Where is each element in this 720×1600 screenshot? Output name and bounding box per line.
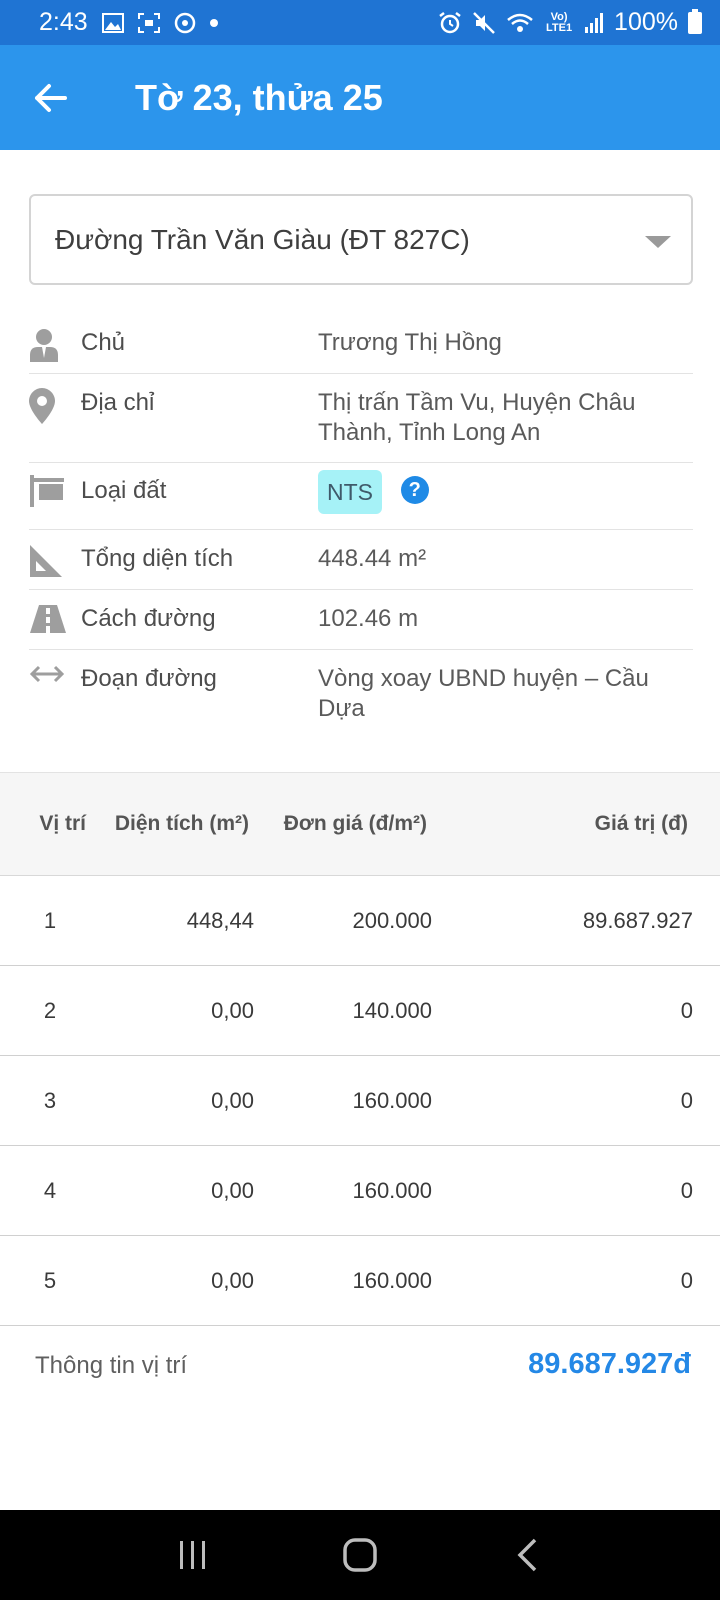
info-row-land-type: Loại đất NTS ? bbox=[29, 463, 693, 530]
cell-unit-price: 160.000 bbox=[352, 1177, 432, 1203]
info-row-owner: Chủ Trương Thị Hồng bbox=[29, 314, 693, 374]
alarm-icon bbox=[439, 11, 461, 33]
address-label: Địa chỉ bbox=[81, 389, 155, 416]
gallery-icon bbox=[101, 12, 124, 33]
area-value: 448.44 m² bbox=[318, 545, 427, 572]
flag-sign-icon bbox=[30, 475, 64, 507]
soccer-ball-icon bbox=[174, 12, 195, 33]
recent-apps-button[interactable] bbox=[163, 1525, 223, 1585]
cell-value: 0 bbox=[680, 997, 693, 1023]
home-button[interactable] bbox=[330, 1525, 390, 1585]
col-header-position: Vị trí bbox=[39, 812, 86, 835]
battery-percent: 100% bbox=[614, 8, 678, 36]
battery-icon bbox=[688, 8, 702, 34]
col-header-area: Diện tích (m²) bbox=[114, 812, 249, 835]
cell-position: 2 bbox=[43, 997, 57, 1023]
info-row-area: Tổng diện tích 448.44 m² bbox=[29, 530, 693, 590]
mute-icon bbox=[473, 11, 495, 34]
wifi-icon bbox=[507, 13, 533, 32]
col-header-unit-price: Đơn giá (đ/m²) bbox=[283, 812, 427, 835]
screenshot-icon bbox=[137, 12, 160, 33]
cell-value: 0 bbox=[680, 1087, 693, 1113]
cell-position: 3 bbox=[43, 1087, 57, 1113]
status-time: 2:43 bbox=[39, 8, 88, 36]
land-type-label: Loại đất bbox=[81, 477, 167, 504]
road-select[interactable]: Đường Trần Văn Giàu (ĐT 827C) bbox=[29, 194, 693, 285]
cell-area: 0,00 bbox=[211, 1177, 254, 1203]
cell-value: 0 bbox=[680, 1177, 693, 1203]
signal-icon bbox=[585, 12, 604, 33]
set-square-ruler-icon bbox=[30, 545, 62, 577]
cell-area: 0,00 bbox=[211, 997, 254, 1023]
person-icon bbox=[30, 329, 58, 362]
volte-label: Vo) LTE1 bbox=[546, 10, 573, 34]
location-pin-icon bbox=[29, 388, 55, 424]
road-icon bbox=[30, 605, 66, 633]
total-value: 89.687.927đ bbox=[528, 1348, 691, 1380]
chevron-left-icon bbox=[517, 1538, 536, 1572]
system-nav-bar bbox=[0, 1510, 720, 1600]
table-row: 3 0,00 160.000 0 bbox=[0, 1056, 720, 1146]
road-select-value: Đường Trần Văn Giàu (ĐT 827C) bbox=[55, 223, 470, 255]
cell-position: 5 bbox=[43, 1267, 57, 1293]
arrow-left-icon bbox=[35, 83, 67, 112]
notification-dot-icon bbox=[209, 18, 218, 27]
price-table: Vị trí Diện tích (m²) Đơn giá (đ/m²) Giá… bbox=[0, 772, 720, 1326]
owner-label: Chủ bbox=[81, 329, 126, 356]
cell-unit-price: 160.000 bbox=[352, 1087, 432, 1113]
segment-label: Đoạn đường bbox=[81, 665, 217, 692]
table-header: Vị trí Diện tích (m²) Đơn giá (đ/m²) Giá… bbox=[0, 772, 720, 876]
parcel-info: Chủ Trương Thị Hồng Địa chỉ Thị trấn Tầm… bbox=[29, 314, 693, 739]
page-title: Tờ 23, thửa 25 bbox=[135, 76, 383, 118]
distance-value: 102.46 m bbox=[318, 605, 419, 632]
help-icon[interactable]: ? bbox=[400, 475, 429, 504]
area-label: Tổng diện tích bbox=[81, 545, 234, 572]
chevron-down-icon bbox=[645, 236, 671, 248]
info-row-distance: Cách đường 102.46 m bbox=[29, 590, 693, 650]
cell-unit-price: 200.000 bbox=[352, 907, 432, 933]
segment-value: Vòng xoay UBND huyện – Cầu Dựa bbox=[318, 665, 649, 722]
col-header-value: Giá trị (đ) bbox=[594, 812, 688, 835]
distance-label: Cách đường bbox=[81, 605, 216, 632]
table-row: 2 0,00 140.000 0 bbox=[0, 966, 720, 1056]
owner-value: Trương Thị Hồng bbox=[318, 329, 502, 356]
cell-position: 1 bbox=[43, 907, 57, 933]
position-info-label: Thông tin vị trí bbox=[35, 1352, 188, 1379]
app-bar: Tờ 23, thửa 25 bbox=[0, 45, 720, 150]
table-row: 4 0,00 160.000 0 bbox=[0, 1146, 720, 1236]
cell-unit-price: 160.000 bbox=[352, 1267, 432, 1293]
table-row: 5 0,00 160.000 0 bbox=[0, 1236, 720, 1326]
system-back-button[interactable] bbox=[497, 1525, 557, 1585]
info-row-address: Địa chỉ Thị trấn Tầm Vu, Huyện Châu Thàn… bbox=[29, 374, 693, 463]
cell-value: 89.687.927 bbox=[582, 907, 693, 933]
home-icon bbox=[343, 1538, 377, 1572]
address-value: Thị trấn Tầm Vu, Huyện Châu Thành, Tỉnh … bbox=[318, 389, 636, 446]
back-button[interactable] bbox=[0, 45, 100, 150]
cell-position: 4 bbox=[43, 1177, 57, 1203]
cell-value: 0 bbox=[680, 1267, 693, 1293]
land-type-badge: NTS bbox=[318, 470, 382, 514]
status-bar: 2:43 Vo) LTE1 100% bbox=[0, 0, 720, 45]
cell-area: 0,00 bbox=[211, 1267, 254, 1293]
recent-apps-icon bbox=[180, 1541, 206, 1569]
horizontal-arrows-icon bbox=[29, 665, 65, 683]
info-row-segment: Đoạn đường Vòng xoay UBND huyện – Cầu Dự… bbox=[29, 650, 693, 739]
cell-unit-price: 140.000 bbox=[352, 997, 432, 1023]
table-row: 1 448,44 200.000 89.687.927 bbox=[0, 876, 720, 966]
cell-area: 448,44 bbox=[186, 907, 254, 933]
cell-area: 0,00 bbox=[211, 1087, 254, 1113]
